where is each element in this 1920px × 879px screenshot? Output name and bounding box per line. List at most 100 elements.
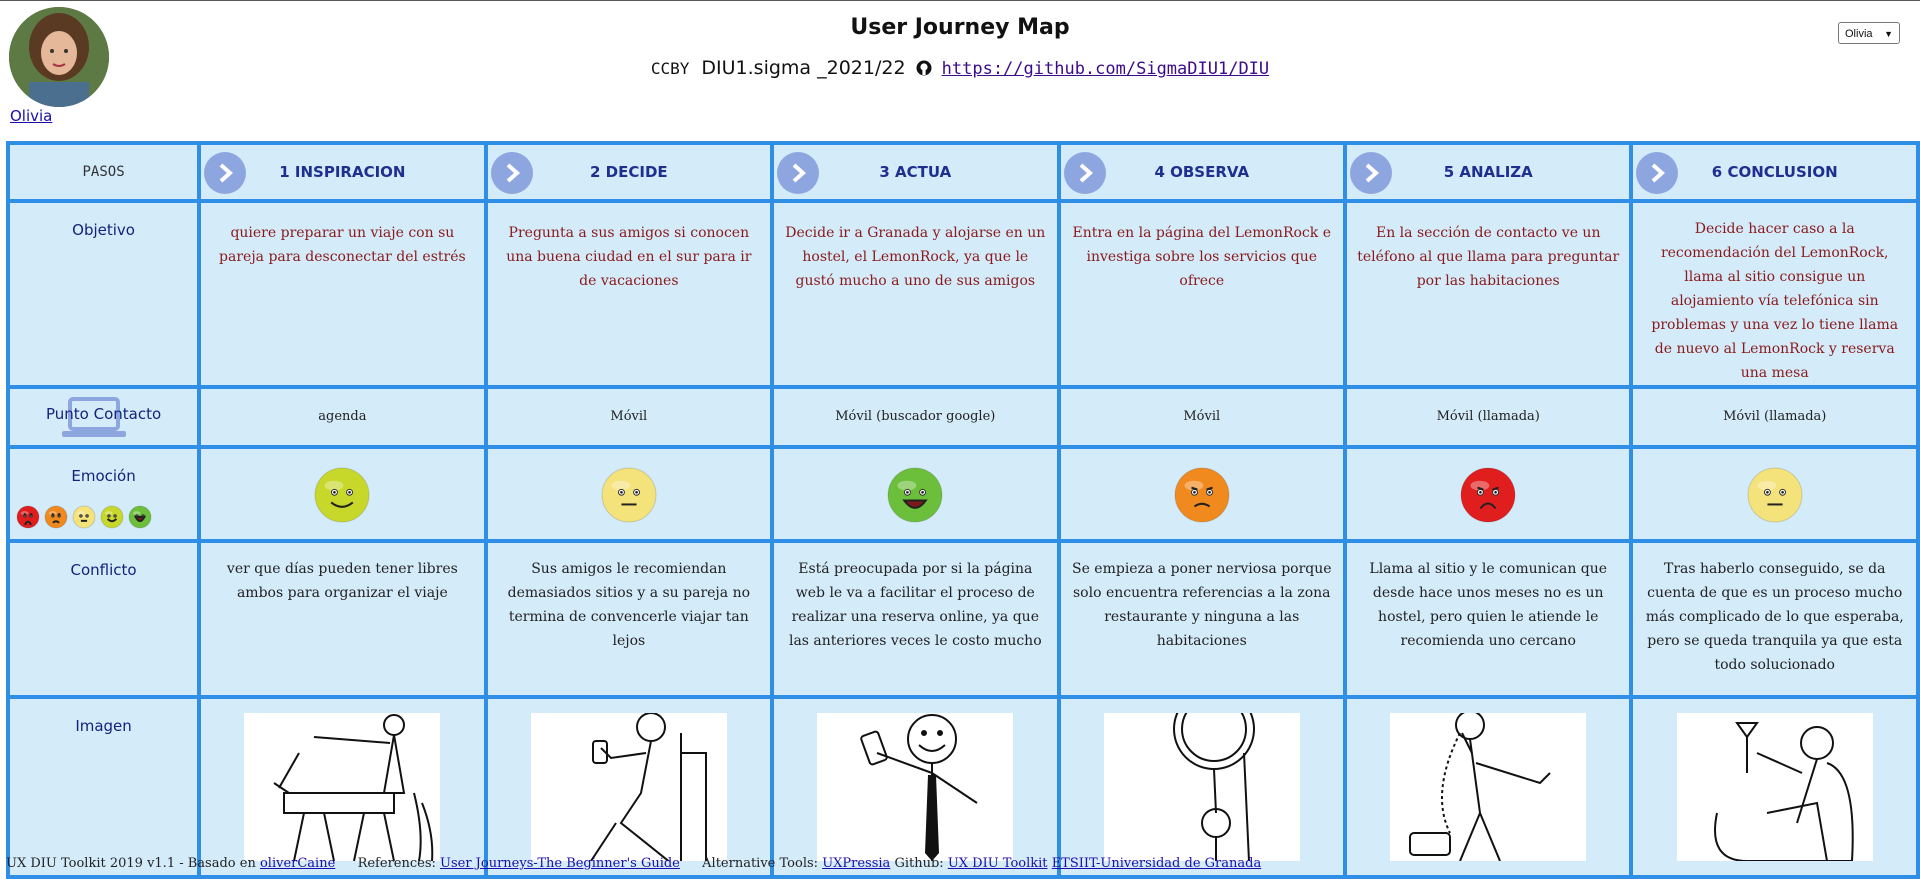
footer: UX DIU Toolkit 2019 v1.1 - Basado en oli… [6,856,1261,871]
emocion-cell [1347,449,1630,539]
conflicto-cell: Tras haberlo conseguido, se da cuenta de… [1633,543,1916,695]
footer-references-label: References: [357,856,436,871]
conflicto-text: ver que días pueden tener libres ambos p… [226,561,458,601]
angry-face-icon [16,505,40,529]
conflicto-text: Se empieza a poner nerviosa porque solo … [1071,561,1332,649]
objetivo-text: Pregunta a sus amigos si conocen una bue… [506,225,752,289]
neutral-face-icon [72,505,96,529]
based-on-link[interactable]: oliverCaine [260,856,335,871]
imagen-cell [1633,699,1916,875]
very-happy-face-icon [128,505,152,529]
conflicto-cell: Está preocupada por si la página web le … [774,543,1057,695]
chevron-right-icon[interactable] [490,152,533,194]
sketch-analyze-image [1390,710,1587,862]
objetivo-cell: quiere preparar un viaje con su pareja p… [201,203,484,385]
contacto-text: Móvil [1183,409,1221,424]
etsiit-link[interactable]: ETSIIT-Universidad de Granada [1052,856,1262,871]
conflicto-label: Conflicto [70,561,137,579]
conflicto-cell: ver que días pueden tener libres ambos p… [201,543,484,695]
emocion-label: Emoción [71,467,136,485]
chevron-right-icon[interactable] [1063,152,1106,194]
conflicto-cell: Llama al sitio y le comunican que desde … [1347,543,1630,695]
step-header-5: 5 ANALIZA [1347,145,1630,199]
contacto-text: Móvil (llamada) [1436,409,1540,424]
contacto-text: agenda [318,409,367,424]
pasos-header: PASOS [10,145,198,199]
step-header-2: 2 DECIDE [487,145,771,199]
imagen-header: Imagen [10,699,198,875]
contacto-text: Móvil (buscador google) [835,409,996,424]
annoyed-face-icon [1174,467,1230,523]
chevron-down-icon: ▼ [1884,29,1893,39]
emocion-header: Emoción [10,449,198,539]
imagen-label: Imagen [75,717,132,735]
imagen-cell [774,699,1057,875]
objetivo-text: Decide ir a Granada y alojarse en un hos… [785,225,1046,289]
project-name: DIU1.sigma _2021/22 [701,57,906,79]
sketch-conclusion-image [1676,713,1873,862]
alt-tools-link[interactable]: UXPressia [822,856,890,871]
emocion-cell [1633,449,1916,539]
license-label: CCBY [650,59,690,78]
imagen-cell [1060,688,1343,875]
repo-link[interactable]: https://github.com/SigmaDIU1/DIU [942,59,1270,79]
contacto-text: Móvil [610,409,648,424]
contacto-cell: Móvil (buscador google) [774,389,1057,445]
contacto-label: Punto Contacto [45,405,162,423]
footer-github-label: Github: [894,856,944,871]
annoyed-face-icon [44,505,68,529]
conflicto-text: Llama al sitio y le comunican que desde … [1369,561,1608,649]
chevron-right-icon[interactable] [777,152,820,194]
emocion-cell [201,449,484,539]
step-header-1: 1 INSPIRACION [201,145,484,199]
references-link[interactable]: User Journeys-The Beginner's Guide [440,856,680,871]
emocion-cell [1060,449,1343,539]
chevron-right-icon[interactable] [1350,152,1392,194]
angry-face-icon [1460,467,1516,523]
objetivo-cell: Decide hacer caso a la recomendación del… [1633,203,1916,385]
contacto-header: Punto Contacto [10,389,198,445]
happy-face-icon [100,505,124,529]
very-happy-face-icon [887,467,943,523]
footer-toolkit-text: UX DIU Toolkit 2019 v1.1 - Basado en [6,856,256,871]
step-header-6: 6 CONCLUSION [1633,145,1916,199]
contacto-cell: Móvil [1060,389,1343,445]
sketch-decide-image [530,712,727,864]
objetivo-text: Decide hacer caso a la recomendación del… [1651,221,1899,381]
emocion-cell [774,449,1057,539]
step-header-3: 3 ACTUA [774,145,1057,199]
emocion-cell [487,449,771,539]
persona-name-link[interactable]: Olivia [10,107,52,125]
objetivo-text: En la sección de contacto ve un teléfono… [1357,225,1620,289]
contacto-cell: agenda [201,389,484,445]
contacto-cell: Móvil (llamada) [1347,389,1630,445]
objetivo-cell: Pregunta a sus amigos si conocen una bue… [487,203,771,385]
objetivo-cell: Entra en la página del LemonRock e inves… [1060,203,1343,385]
contacto-cell: Móvil [487,389,771,445]
contacto-text: Móvil (llamada) [1723,409,1827,424]
objetivo-cell: En la sección de contacto ve un teléfono… [1347,203,1630,385]
objetivo-header: Objetivo [10,203,198,385]
objetivo-text: Entra en la página del LemonRock e inves… [1072,225,1331,289]
journey-grid: PASOS 1 INSPIRACION 2 DECIDE 3 ACTUA 4 O… [6,141,1920,879]
github-toolkit-link[interactable]: UX DIU Toolkit [948,856,1048,871]
sketch-inspiration-image [244,713,441,862]
github-icon [916,59,932,81]
conflicto-cell: Se empieza a poner nerviosa porque solo … [1060,543,1343,695]
imagen-cell [1347,699,1630,875]
imagen-cell [201,699,484,875]
imagen-cell [487,699,771,875]
happy-face-icon [314,467,370,523]
step-header-4: 4 OBSERVA [1060,145,1343,199]
emotion-scale [16,505,152,529]
persona-select-value: Olivia [1845,28,1873,40]
objetivo-cell: Decide ir a Granada y alojarse en un hos… [774,203,1057,385]
neutral-face-icon [601,467,657,523]
conflicto-header: Conflicto [10,543,198,695]
page-title: User Journey Map [850,15,1070,40]
chevron-right-icon[interactable] [204,152,247,194]
conflicto-text: Sus amigos le recomiendan demasiados sit… [507,561,751,649]
pasos-label: PASOS [82,164,125,180]
persona-select[interactable]: Olivia ▼ [1838,22,1900,44]
objetivo-label: Objetivo [72,221,135,239]
